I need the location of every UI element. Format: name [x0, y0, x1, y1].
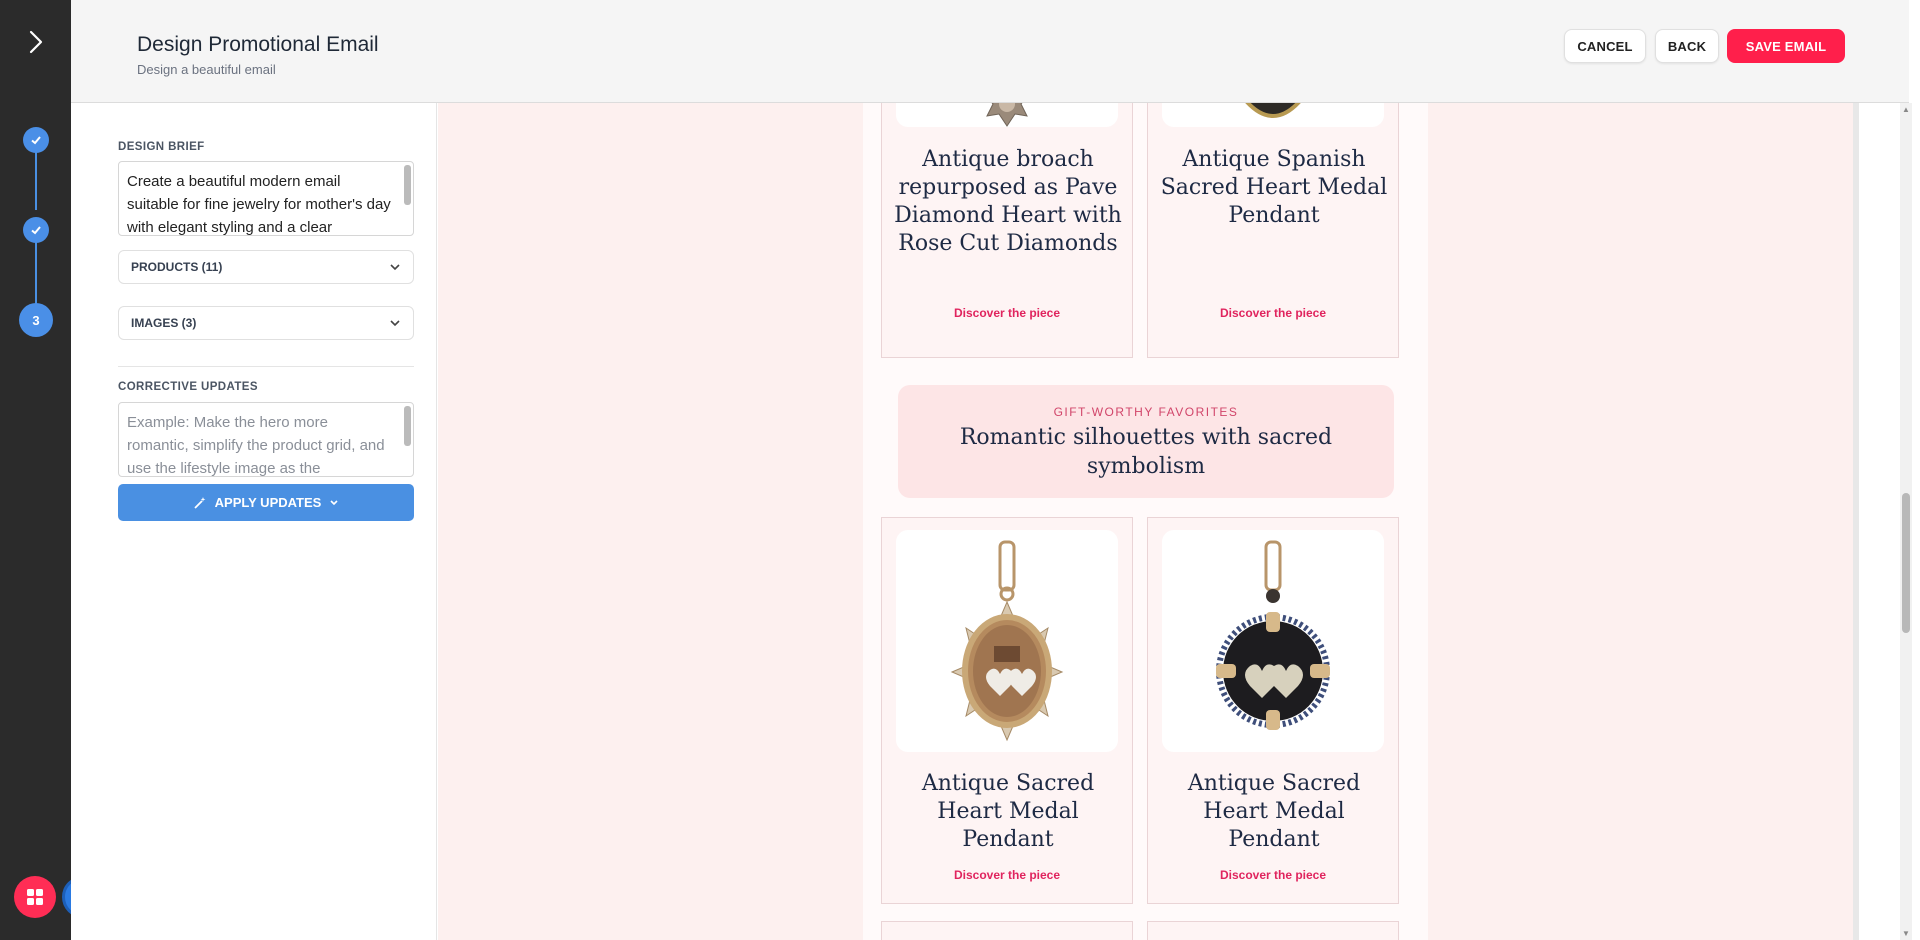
- chevron-right-icon: [29, 30, 42, 54]
- section-divider: [118, 366, 414, 367]
- email-preview: Antique broach repurposed as Pave Diamon…: [438, 103, 1856, 940]
- product-card[interactable]: Antique Sacred Heart Medal Pendant Disco…: [1147, 517, 1399, 904]
- corrective-updates-placeholder: Example: Make the hero more romantic, si…: [127, 414, 385, 477]
- products-accordion-label: PRODUCTS (11): [131, 260, 223, 274]
- design-brief-label: DESIGN BRIEF: [118, 141, 205, 153]
- medal-pendant-image: [1245, 103, 1301, 118]
- back-button[interactable]: BACK: [1655, 29, 1719, 63]
- page-title: Design Promotional Email: [137, 33, 379, 56]
- corrective-updates-label: CORRECTIVE UPDATES: [118, 381, 258, 393]
- discover-link[interactable]: Discover the piece: [1148, 868, 1398, 882]
- step-1-complete[interactable]: [23, 127, 49, 153]
- step-3-current[interactable]: 3: [19, 303, 53, 337]
- images-accordion-label: IMAGES (3): [131, 316, 197, 330]
- apply-updates-button[interactable]: APPLY UPDATES: [118, 484, 414, 521]
- page-subtitle: Design a beautiful email: [137, 62, 276, 77]
- product-title: Antique Spanish Sacred Heart Medal Penda…: [1160, 147, 1388, 228]
- banner-title: Romantic silhouettes with sacred symboli…: [959, 425, 1333, 479]
- discover-link[interactable]: Discover the piece: [1148, 306, 1398, 320]
- apply-updates-label: APPLY UPDATES: [214, 495, 322, 510]
- sacred-heart-pendant-image: [950, 540, 1064, 742]
- discover-link[interactable]: Discover the piece: [882, 306, 1132, 320]
- product-title: Antique broach repurposed as Pave Diamon…: [894, 147, 1122, 256]
- chevron-down-icon: [390, 320, 400, 327]
- design-brief-text: Create a beautiful modern email suitable…: [127, 173, 391, 236]
- product-image[interactable]: [896, 103, 1118, 127]
- product-card[interactable]: [1147, 921, 1399, 940]
- design-brief-textarea[interactable]: Create a beautiful modern email suitable…: [118, 161, 414, 236]
- scrollbar-thumb[interactable]: [1902, 493, 1910, 633]
- save-email-button[interactable]: SAVE EMAIL: [1727, 29, 1845, 63]
- discover-link[interactable]: Discover the piece: [882, 868, 1132, 882]
- magic-wand-icon: [194, 496, 206, 509]
- product-image[interactable]: [896, 530, 1118, 752]
- scroll-up-icon[interactable]: ▲: [1901, 105, 1911, 114]
- cancel-button[interactable]: CANCEL: [1564, 29, 1646, 63]
- products-accordion[interactable]: PRODUCTS (11): [118, 250, 414, 284]
- product-title: Antique Sacred Heart Medal Pendant: [1187, 771, 1361, 852]
- product-image[interactable]: [1162, 530, 1384, 752]
- sacred-heart-pendant-image: [1216, 540, 1330, 730]
- expand-sidebar-button[interactable]: [0, 0, 71, 84]
- corrective-updates-textarea[interactable]: Example: Make the hero more romantic, si…: [118, 402, 414, 477]
- product-card[interactable]: Antique Spanish Sacred Heart Medal Penda…: [1147, 103, 1399, 358]
- scroll-down-icon[interactable]: ▼: [1901, 929, 1911, 938]
- banner-eyebrow: GIFT-WORTHY FAVORITES: [1053, 405, 1239, 419]
- page-header: Design Promotional Email Design a beauti…: [71, 0, 1909, 103]
- check-icon: [31, 226, 41, 235]
- product-title: Antique Sacred Heart Medal Pendant: [921, 771, 1095, 852]
- brooch-image: [986, 103, 1028, 127]
- images-accordion[interactable]: IMAGES (3): [118, 306, 414, 340]
- product-image[interactable]: [1162, 103, 1384, 127]
- section-banner: GIFT-WORTHY FAVORITES Romantic silhouett…: [898, 385, 1394, 498]
- stepper: 3: [0, 120, 71, 340]
- page-scrollbar[interactable]: ▲ ▼: [1900, 103, 1912, 940]
- product-card[interactable]: Antique Sacred Heart Medal Pendant Disco…: [881, 517, 1133, 904]
- chevron-down-icon: [330, 499, 338, 505]
- step-2-complete[interactable]: [23, 217, 49, 243]
- textarea-scrollbar[interactable]: [404, 165, 411, 205]
- design-panel: DESIGN BRIEF Create a beautiful modern e…: [71, 103, 437, 940]
- product-card[interactable]: Antique broach repurposed as Pave Diamon…: [881, 103, 1133, 358]
- product-card[interactable]: [881, 921, 1133, 940]
- left-rail: 3: [0, 0, 104, 940]
- preview-scrollbar-track[interactable]: [1853, 103, 1859, 940]
- apps-button[interactable]: [14, 876, 56, 918]
- email-canvas: Antique broach repurposed as Pave Diamon…: [863, 103, 1428, 940]
- grid-icon: [27, 889, 43, 905]
- textarea-scrollbar[interactable]: [404, 406, 411, 446]
- chevron-down-icon: [390, 264, 400, 271]
- check-icon: [31, 136, 41, 145]
